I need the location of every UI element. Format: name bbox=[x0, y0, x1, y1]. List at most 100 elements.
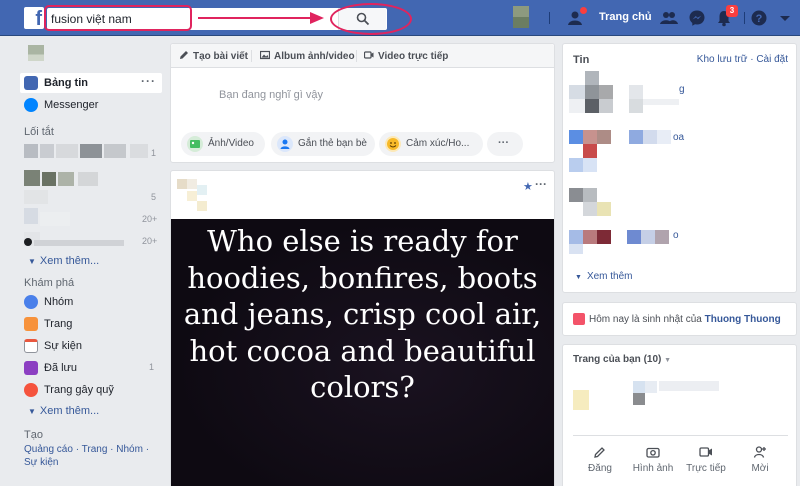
see-more-explore-link[interactable]: ▼ Xem thêm... bbox=[28, 405, 99, 417]
page-avatar[interactable] bbox=[573, 390, 589, 410]
nav-item-label: Trang bbox=[44, 318, 73, 330]
page-action-label: Hình ảnh bbox=[632, 463, 674, 474]
annotation-search-button-highlight bbox=[330, 3, 412, 35]
story-thumbnail bbox=[569, 85, 585, 99]
story-thumbnail[interactable] bbox=[569, 130, 583, 144]
page-action-label: Trực tiếp bbox=[686, 463, 726, 474]
page-photo-button[interactable]: Hình ảnh bbox=[628, 445, 678, 474]
story-thumbnail bbox=[585, 85, 599, 99]
story-thumbnail bbox=[583, 188, 597, 202]
story-thumbnail bbox=[583, 202, 597, 216]
post-author-avatar[interactable] bbox=[177, 179, 187, 189]
account-menu-caret-icon[interactable] bbox=[776, 9, 794, 27]
chip-label: Cảm xúc/Ho... bbox=[406, 138, 470, 149]
nav-item-events[interactable]: Sự kiện bbox=[20, 336, 162, 356]
shortcut-count: 5 bbox=[151, 192, 157, 202]
photo-video-button[interactable]: Ảnh/Video bbox=[181, 132, 265, 156]
smiley-icon bbox=[385, 136, 401, 152]
pages-title-label: Trang của bạn (10) bbox=[573, 354, 662, 365]
birthday-person-name[interactable]: Thuong Thuong bbox=[705, 314, 781, 325]
tab-create-post[interactable]: Tạo bài viết bbox=[179, 50, 248, 62]
shortcut-thumbnail[interactable] bbox=[24, 238, 32, 246]
story-thumbnail bbox=[599, 85, 613, 99]
story-name-blurred bbox=[627, 230, 641, 244]
page-live-button[interactable]: Trực tiếp bbox=[681, 445, 731, 474]
shortcut-name-blurred[interactable] bbox=[40, 144, 54, 158]
your-pages-panel: Trang của bạn (10) ▼ Đăng Hình ảnh Trực … bbox=[562, 344, 797, 486]
birthday-reminder[interactable]: Hôm nay là sinh nhật của Thuong Thuong bbox=[562, 302, 797, 336]
tab-photo-album[interactable]: Album ảnh/video bbox=[260, 50, 355, 62]
nav-item-label: Nhóm bbox=[44, 296, 74, 308]
tab-separator bbox=[356, 50, 357, 62]
see-more-label: Xem thêm... bbox=[39, 405, 100, 417]
nav-item-pages[interactable]: Trang bbox=[20, 314, 162, 334]
pages-divider bbox=[573, 435, 788, 436]
story-name-blurred bbox=[641, 230, 655, 244]
story-thumbnail bbox=[583, 130, 597, 144]
composer-input[interactable]: Bạn đang nghĩ gì vậy bbox=[219, 89, 323, 101]
story-thumbnail bbox=[585, 99, 599, 113]
story-thumbnail bbox=[597, 202, 611, 216]
shortcut-thumbnail[interactable] bbox=[24, 170, 40, 186]
nav-item-fundraisers[interactable]: Trang gây quỹ bbox=[20, 380, 162, 400]
shortcut-name-blurred bbox=[104, 144, 126, 158]
tab-live-video[interactable]: Video trực tiếp bbox=[364, 50, 448, 62]
feeling-activity-button[interactable]: Cảm xúc/Ho... bbox=[379, 132, 483, 156]
nav-item-messenger[interactable]: Messenger bbox=[20, 95, 162, 115]
post-options-icon[interactable]: ··· bbox=[535, 177, 547, 191]
more-composer-options-button[interactable]: ··· bbox=[487, 132, 523, 156]
page-post-button[interactable]: Đăng bbox=[575, 445, 625, 474]
post-author-avatar-blur bbox=[197, 185, 207, 195]
story-name-blurred bbox=[657, 130, 671, 144]
album-icon bbox=[260, 50, 270, 60]
feed-post: ★ ··· Who else is ready for hoodies, bon… bbox=[170, 170, 555, 486]
story-name-blurred bbox=[629, 130, 643, 144]
calendar-icon bbox=[24, 339, 38, 353]
home-link[interactable]: Trang chủ bbox=[599, 11, 652, 23]
star-icon[interactable]: ★ bbox=[523, 180, 533, 193]
story-name-blurred bbox=[629, 85, 643, 99]
tag-friends-button[interactable]: Gắn thẻ bạn bè bbox=[271, 132, 375, 156]
story-thumbnail[interactable] bbox=[585, 71, 599, 85]
live-video-icon bbox=[699, 447, 712, 457]
shortcut-name-blurred bbox=[130, 144, 148, 158]
see-more-shortcuts-link[interactable]: ▼ Xem thêm... bbox=[28, 255, 99, 267]
nav-item-groups[interactable]: Nhóm bbox=[20, 292, 162, 312]
create-links[interactable]: Quảng cáo · Trang · Nhóm · Sự kiện bbox=[24, 443, 164, 469]
story-thumbnail bbox=[569, 244, 583, 254]
page-action-label: Mời bbox=[751, 463, 769, 474]
pencil-icon bbox=[180, 51, 188, 59]
new-indicator-dot bbox=[580, 7, 587, 14]
story-thumbnail bbox=[597, 230, 611, 244]
more-options-icon[interactable]: ··· bbox=[141, 74, 156, 88]
stories-archive-settings-links[interactable]: Kho lưu trữ · Cài đặt bbox=[697, 54, 788, 65]
messenger-icon[interactable] bbox=[688, 9, 706, 27]
chip-label: Gắn thẻ bạn bè bbox=[298, 138, 367, 149]
story-thumbnail[interactable] bbox=[569, 188, 583, 202]
facebook-logo[interactable]: f bbox=[24, 7, 44, 29]
story-thumbnail[interactable] bbox=[569, 230, 583, 244]
shortcut-name-blurred bbox=[40, 212, 70, 226]
your-pages-title[interactable]: Trang của bạn (10) ▼ bbox=[573, 354, 671, 365]
page-invite-button[interactable]: Mời bbox=[735, 445, 785, 474]
story-thumbnail bbox=[569, 158, 583, 172]
nav-item-news-feed[interactable]: Bảng tin ··· bbox=[20, 73, 162, 93]
topbar-divider bbox=[744, 12, 745, 24]
chevron-down-icon: ▼ bbox=[575, 274, 582, 281]
help-icon[interactable]: ? bbox=[750, 9, 768, 27]
shortcut-thumbnail[interactable] bbox=[24, 144, 38, 158]
shortcut-thumbnail[interactable] bbox=[24, 208, 38, 224]
stories-title: Tin bbox=[573, 54, 590, 66]
stories-panel: Tin Kho lưu trữ · Cài đặt g oa o ▼ Xem th… bbox=[562, 43, 797, 293]
shortcut-count: 20+ bbox=[142, 236, 158, 246]
topbar-divider bbox=[549, 12, 550, 24]
profile-thumbnail[interactable] bbox=[28, 45, 44, 61]
nav-item-label: Bảng tin bbox=[44, 77, 88, 89]
nav-item-saved[interactable]: Đã lưu 1 bbox=[20, 358, 162, 378]
friend-requests-icon[interactable] bbox=[660, 9, 678, 27]
shortcut-name-blurred bbox=[34, 240, 124, 246]
see-more-stories-link[interactable]: ▼ Xem thêm bbox=[575, 271, 633, 282]
tab-label: Tạo bài viết bbox=[193, 51, 249, 62]
profile-avatar[interactable] bbox=[513, 6, 529, 28]
shortcut-count: 1 bbox=[151, 148, 157, 158]
